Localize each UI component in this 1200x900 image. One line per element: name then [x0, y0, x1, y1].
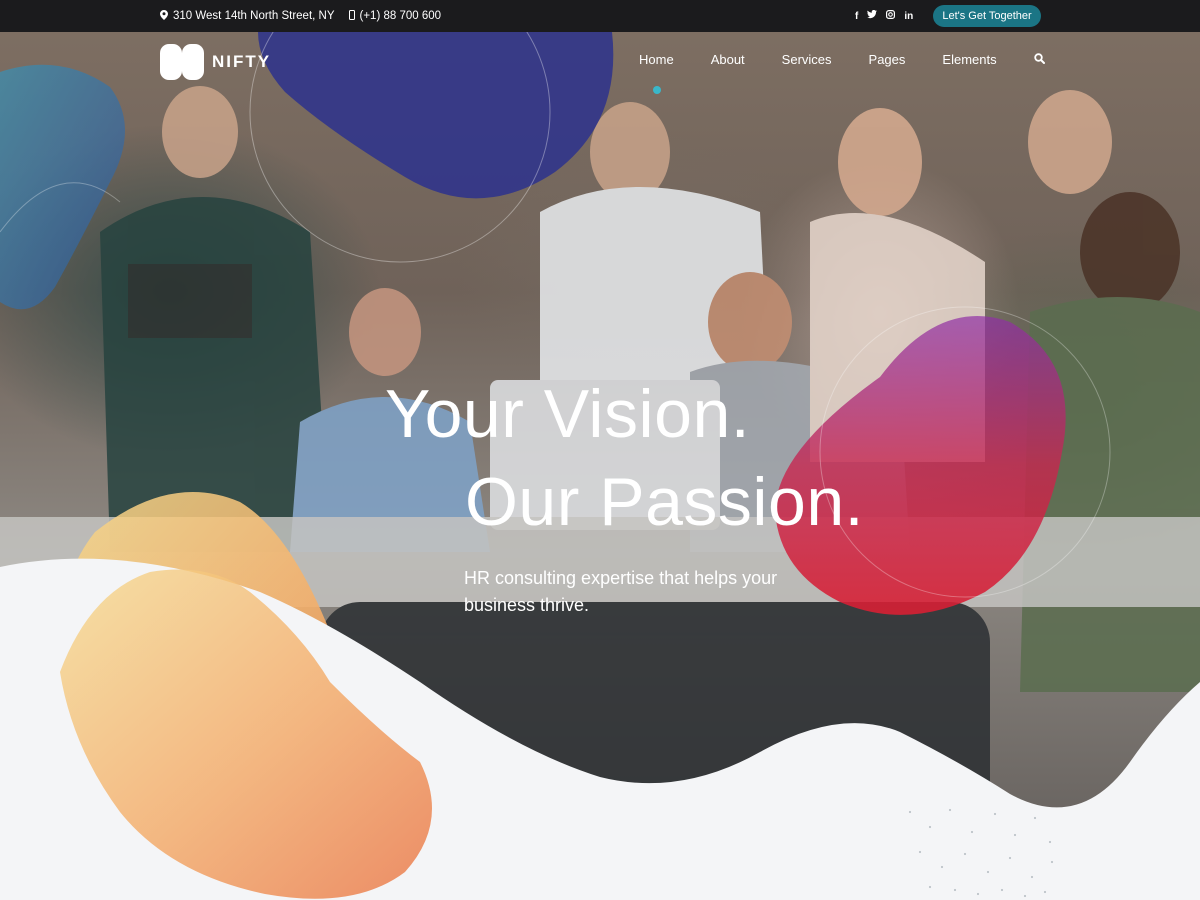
nav-home[interactable]: Home	[639, 52, 674, 67]
twitter-icon[interactable]	[867, 9, 878, 22]
facebook-icon[interactable]: f	[855, 11, 858, 22]
nav-elements[interactable]: Elements	[942, 52, 996, 67]
social-links: f in	[855, 0, 913, 32]
hero-subheading: HR consulting expertise that helps your …	[464, 568, 778, 615]
address-text: 310 West 14th North Street, NY	[173, 10, 335, 22]
nav-services[interactable]: Services	[782, 52, 832, 67]
lets-get-together-button[interactable]: Let's Get Together	[933, 5, 1041, 27]
main-nav: Home About Services Pages Elements	[639, 52, 1045, 67]
brand-logo[interactable]: NIFTY	[160, 44, 271, 80]
nav-about[interactable]: About	[711, 52, 745, 67]
address-item: 310 West 14th North Street, NY	[160, 9, 335, 23]
logo-mark-icon	[160, 44, 204, 80]
contact-info: 310 West 14th North Street, NY (+1) 88 7…	[160, 0, 441, 32]
phone-icon	[348, 9, 355, 23]
headline-line-2: Our Passion.	[465, 464, 865, 540]
phone-item: (+1) 88 700 600	[348, 9, 442, 23]
headline-line-1: Your Vision.	[385, 376, 751, 452]
top-bar: 310 West 14th North Street, NY (+1) 88 7…	[0, 0, 1200, 32]
brand-name: NIFTY	[212, 52, 272, 71]
map-pin-icon	[160, 9, 168, 23]
phone-text: (+1) 88 700 600	[359, 10, 442, 22]
linkedin-icon[interactable]: in	[904, 11, 913, 22]
instagram-icon[interactable]	[886, 10, 896, 22]
search-icon[interactable]	[1033, 52, 1045, 67]
hero-section: NIFTY Home About Services Pages Elements…	[0, 32, 1200, 900]
nav-pages[interactable]: Pages	[869, 52, 906, 67]
hero-headline: Your Vision. Our Passion.	[385, 370, 864, 546]
